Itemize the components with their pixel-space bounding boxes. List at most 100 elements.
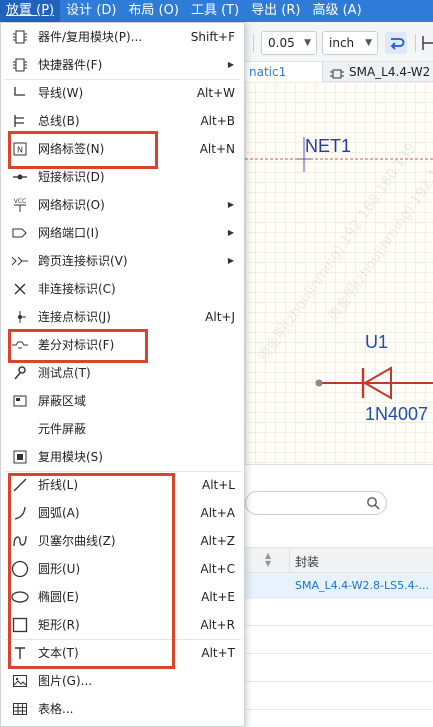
menu-item-net-flag[interactable]: VCC 网络标识(O) ▶ — [1, 191, 244, 219]
menu-item-shortcut: Alt+R — [200, 618, 235, 632]
menu-advanced[interactable]: 高级 (A) — [306, 0, 367, 22]
menu-separator — [5, 639, 241, 640]
menu-export[interactable]: 导出 (R) — [245, 0, 306, 22]
menu-design[interactable]: 设计 (D) — [60, 0, 122, 22]
menu-item-shortcut: Alt+A — [200, 506, 235, 520]
component-designator[interactable]: U1 — [365, 332, 388, 353]
tab-footprint[interactable]: SMA_L4.4-W2 — [325, 62, 433, 82]
wrap-icon[interactable] — [385, 32, 407, 54]
menu-item-wire[interactable]: 导线(W) Alt+W — [1, 79, 244, 107]
menu-item-quick-component[interactable]: 快捷器件(F) ▶ — [1, 51, 244, 79]
menu-layout[interactable]: 布局 (O) — [122, 0, 185, 22]
menu-item-ellipse[interactable]: 椭圆(E) Alt+E — [1, 583, 244, 611]
menu-tools[interactable]: 工具 (T) — [185, 0, 245, 22]
menu-item-label: 测试点(T) — [38, 366, 91, 380]
submenu-arrow-icon: ▶ — [227, 228, 234, 237]
toolbar-separator — [415, 34, 416, 52]
menu-item-polyline[interactable]: 折线(L) Alt+L — [1, 471, 244, 499]
menu-item-net-port[interactable]: 网络端口(I) ▶ — [1, 219, 244, 247]
unit-value: inch — [329, 36, 355, 50]
menu-separator — [5, 471, 241, 472]
menu-item-label: 差分对标识(F) — [38, 338, 115, 352]
tab-schematic[interactable]: natic1 — [245, 62, 323, 82]
menu-item-bezier[interactable]: 贝塞尔曲线(Z) Alt+Z — [1, 527, 244, 555]
menu-item-label: 器件/复用模块(P)... — [38, 30, 143, 44]
menu-item-no-connect[interactable]: 非连接标识(C) — [1, 275, 244, 303]
sort-icon[interactable]: ▲ ▼ — [265, 552, 271, 568]
line-width-select[interactable]: 0.05 ▼ — [261, 31, 317, 55]
menu-item-label: 屏蔽区域 — [38, 394, 87, 408]
menu-item-shortcut: Alt+N — [199, 142, 235, 156]
search-box[interactable] — [245, 491, 387, 515]
menu-item-label: 复用模块(S) — [38, 450, 103, 464]
net-port-icon — [11, 225, 29, 241]
column-header-footprint[interactable]: 封装 — [295, 553, 319, 570]
component-icon — [11, 29, 29, 45]
menu-item-label: 表格... — [38, 702, 74, 716]
menu-item-label: 圆形(U) — [38, 562, 81, 576]
menu-item-net-label[interactable]: N 网络标签(N) Alt+N — [1, 135, 244, 163]
submenu-arrow-icon: ▶ — [227, 200, 234, 209]
menu-item-label: 文本(T) — [38, 646, 79, 660]
menu-item-component[interactable]: 器件/复用模块(P)... Shift+F — [1, 23, 244, 51]
toolbar-separator — [253, 34, 254, 52]
chevron-down-icon: ▼ — [304, 38, 311, 48]
bus-icon[interactable] — [421, 36, 433, 50]
menu-item-shortcut: Alt+Z — [200, 534, 235, 548]
quick-component-icon — [11, 57, 29, 73]
menu-item-reuse-module[interactable]: 复用模块(S) — [1, 443, 244, 471]
menu-item-text[interactable]: 文本(T) Alt+T — [1, 639, 244, 667]
table-row-selected[interactable]: SMA_L4.4-W2.8-LS5.4-... — [245, 573, 433, 599]
toolbar: 0.05 ▼ inch ▼ — [245, 22, 433, 62]
search-icon[interactable] — [366, 496, 380, 513]
menu-item-arc[interactable]: 圆弧(A) Alt+A — [1, 499, 244, 527]
menu-item-shield-area[interactable]: 屏蔽区域 — [1, 387, 244, 415]
document-tabs: natic1 SMA_L4.4-W2 — [245, 62, 433, 82]
menu-item-bus[interactable]: 总线(B) Alt+B — [1, 107, 244, 135]
pin-endpoint — [315, 379, 323, 387]
submenu-arrow-icon: ▶ — [227, 256, 234, 265]
menu-item-shortcut: Alt+E — [201, 590, 235, 604]
test-point-icon — [11, 365, 29, 381]
ellipse-icon — [11, 589, 29, 605]
menu-item-label: 元件屏蔽 — [38, 422, 87, 436]
line-width-value: 0.05 — [268, 36, 295, 50]
column-divider — [289, 548, 290, 574]
menu-item-shortcut: Alt+W — [196, 86, 235, 100]
menu-item-component-shield[interactable]: 元件屏蔽 — [1, 415, 244, 443]
net-label[interactable]: NET1 — [305, 136, 351, 157]
menu-separator — [5, 79, 241, 80]
menu-item-short-flag[interactable]: 短接标识(D) — [1, 163, 244, 191]
off-page-connector-icon — [11, 253, 29, 269]
menu-item-junction[interactable]: 连接点标识(J) Alt+J — [1, 303, 244, 331]
menu-place[interactable]: 放置 (P) — [0, 0, 61, 22]
row-footprint-link[interactable]: SMA_L4.4-W2.8-LS5.4-... — [295, 579, 429, 592]
net-flag-icon: VCC — [11, 197, 29, 213]
menu-item-label: 贝塞尔曲线(Z) — [38, 534, 116, 548]
menu-item-off-page-connector[interactable]: 跨页连接标识(V) ▶ — [1, 247, 244, 275]
menu-item-diff-pair[interactable]: 差分对标识(F) — [1, 331, 244, 359]
arc-icon — [11, 505, 29, 521]
svg-text:N: N — [17, 146, 23, 155]
menu-item-table[interactable]: 表格... — [1, 695, 244, 723]
menu-item-label: 椭圆(E) — [38, 590, 79, 604]
component-value[interactable]: 1N4007 — [365, 404, 428, 425]
menu-item-rectangle[interactable]: 矩形(R) Alt+R — [1, 611, 244, 639]
schematic-canvas[interactable]: 周金明(zhoujinming) 192.168.160.139 周金明(zho… — [245, 82, 433, 464]
menu-item-circle[interactable]: 圆形(U) Alt+C — [1, 555, 244, 583]
unit-select[interactable]: inch ▼ — [322, 31, 378, 55]
menu-item-label: 矩形(R) — [38, 618, 80, 632]
bezier-icon — [11, 533, 29, 549]
text-icon — [11, 645, 29, 661]
menu-item-image[interactable]: 图片(G)... — [1, 667, 244, 695]
submenu-arrow-icon: ▶ — [227, 60, 234, 69]
menu-item-test-point[interactable]: 测试点(T) — [1, 359, 244, 387]
menu-item-shortcut: Alt+C — [200, 562, 235, 576]
short-flag-icon — [11, 169, 29, 185]
place-menu-dropdown: 器件/复用模块(P)... Shift+F 快捷器件(F) ▶ 导线(W) Alt+W 总线… — [0, 22, 245, 727]
menu-item-shortcut: Shift+F — [190, 30, 235, 44]
menu-item-shortcut: Alt+B — [200, 114, 235, 128]
menu-item-shortcut: Alt+L — [202, 478, 235, 492]
chevron-down-icon: ▼ — [365, 38, 372, 48]
table-header: ▲ ▼ 封装 — [245, 547, 433, 574]
